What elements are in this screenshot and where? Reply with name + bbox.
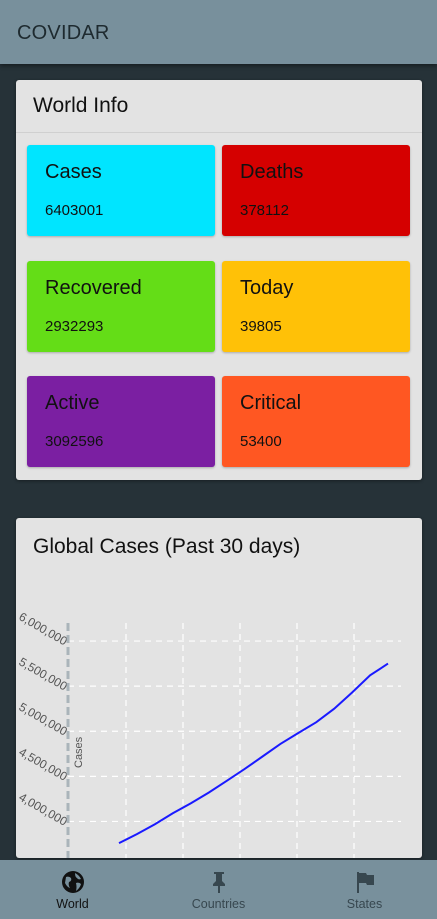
nav-label: World	[56, 897, 89, 911]
tile-label: Recovered	[45, 277, 142, 299]
cases-tile: Cases 6403001	[27, 145, 215, 236]
app-bar: COVIDAR	[0, 0, 437, 64]
app-title: COVIDAR	[17, 22, 110, 44]
tile-label: Deaths	[240, 161, 304, 183]
y-tick-label: 5,500,000	[17, 655, 71, 694]
world-info-card: World Info Cases 6403001 Deaths 378112 R…	[16, 80, 422, 480]
world-info-title: World Info	[33, 94, 129, 117]
nav-label: States	[346, 897, 383, 911]
tile-value: 378112	[240, 202, 289, 219]
tile-value: 3092596	[45, 433, 104, 450]
nav-states[interactable]: States	[292, 860, 437, 919]
nav-countries[interactable]: Countries	[146, 860, 291, 919]
global-cases-card: Global Cases (Past 30 days) 6,000,000 5,5…	[16, 518, 422, 858]
series-line	[118, 662, 389, 844]
tile-label: Active	[45, 392, 100, 414]
tile-label: Today	[240, 277, 294, 299]
y-tick-label: 6,000,000	[17, 610, 71, 649]
pin-icon	[212, 872, 225, 893]
deaths-tile: Deaths 378112	[222, 145, 410, 236]
y-axis-label: Cases	[73, 736, 85, 768]
today-tile: Today 39805	[222, 261, 410, 352]
nav-world[interactable]: World	[0, 860, 145, 919]
tile-value: 6403001	[45, 202, 104, 219]
bottom-navigation: World Countries States	[0, 860, 437, 919]
recovered-tile: Recovered 2932293	[27, 261, 215, 352]
tile-value: 53400	[240, 433, 282, 450]
global-cases-chart: 6,000,000 5,500,000 5,000,000 4,500,000 4,00…	[17, 610, 401, 858]
flag-icon	[356, 872, 374, 893]
critical-tile: Critical 53400	[222, 376, 410, 467]
y-tick-label: 4,500,000	[17, 745, 71, 784]
tile-value: 2932293	[45, 318, 104, 335]
active-tile: Active 3092596	[27, 376, 215, 467]
y-tick-label: 4,000,000	[17, 790, 71, 829]
tile-label: Critical	[240, 392, 302, 414]
tile-value: 39805	[240, 318, 282, 335]
nav-label: Countries	[191, 897, 246, 911]
card-divider	[16, 132, 422, 133]
globe-icon	[61, 871, 84, 893]
y-tick-label: 5,000,000	[17, 700, 71, 739]
tile-label: Cases	[45, 161, 102, 183]
